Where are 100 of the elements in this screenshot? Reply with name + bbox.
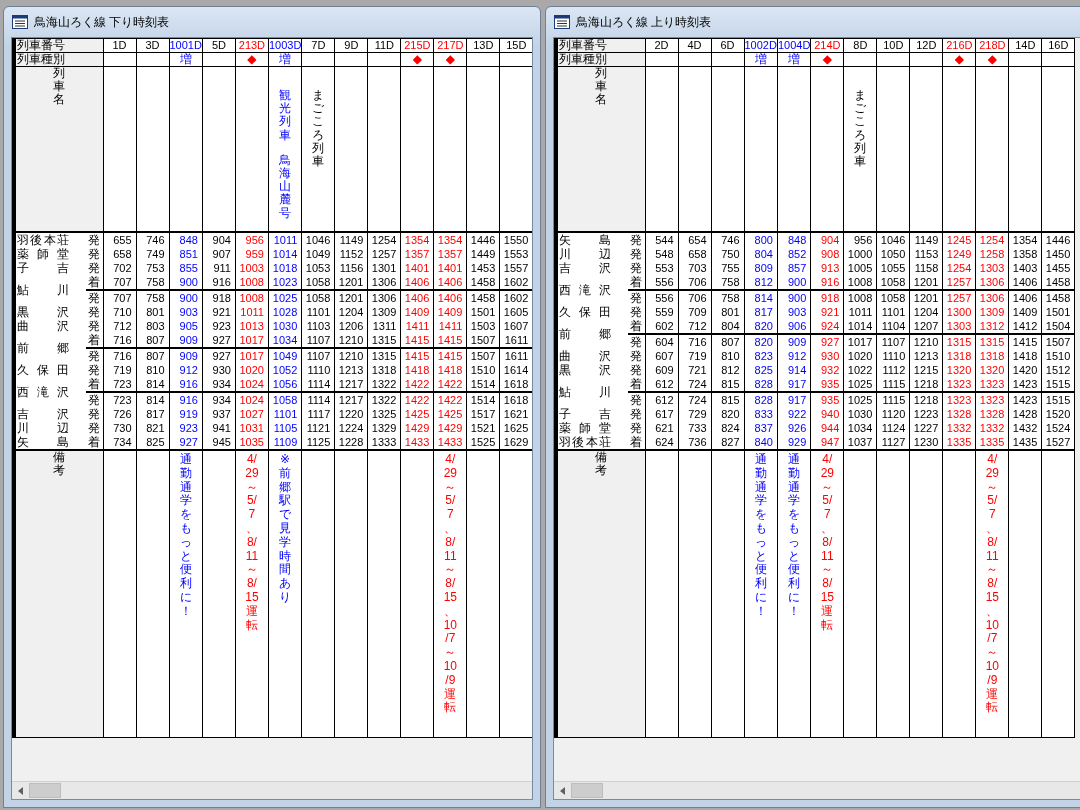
train-name: 観光列車 [279, 89, 292, 142]
departure-time: 1335 [975, 435, 1009, 450]
departure-time: 934 [202, 377, 236, 392]
departure-time: 1215 [909, 363, 943, 377]
departure-time: 1014 [843, 319, 877, 334]
departure-time: 857 [777, 261, 811, 275]
departure-time: 1607 [499, 319, 532, 333]
scrollbar-thumb[interactable] [29, 783, 61, 798]
horizontal-scrollbar[interactable] [554, 781, 1080, 799]
departure-time: 1422 [433, 377, 467, 392]
departure-time: 900 [169, 290, 203, 305]
remarks-note: 4/29～5/7、8/11～8/15 運転 [820, 453, 835, 633]
train-number: 6D [711, 38, 744, 53]
departure-time: 1104 [876, 319, 910, 334]
departure-time: 617 [645, 407, 678, 421]
departure-time: 1358 [1008, 247, 1042, 261]
departure-time: 911 [202, 261, 236, 275]
departure-time: 1213 [334, 363, 368, 377]
departure-time: 909 [777, 334, 811, 349]
departure-time: 1406 [1008, 290, 1042, 305]
departure-time: 932 [810, 363, 844, 377]
departure-time: 716 [103, 333, 136, 348]
departure-time: 810 [711, 349, 744, 363]
departure-time: 729 [678, 407, 711, 421]
departure-time: 1357 [433, 247, 467, 261]
departure-time: 1517 [466, 407, 500, 421]
departure-time: 1512 [1041, 363, 1075, 377]
departure-time: 1625 [499, 421, 532, 435]
departure-time: 937 [202, 407, 236, 421]
departure-time: 1023 [268, 275, 302, 290]
departure-time: 827 [711, 435, 744, 450]
departure-time: 825 [136, 435, 169, 450]
departure-time: 935 [810, 377, 844, 392]
departure-time: 703 [678, 261, 711, 275]
departure-time: 1028 [268, 305, 302, 319]
departure-time: 1514 [466, 392, 500, 407]
departure-time: 1003 [235, 261, 269, 275]
departure-time: 1335 [942, 435, 976, 450]
departure-time: 1418 [433, 363, 467, 377]
scroll-left-arrow-icon[interactable] [559, 786, 566, 795]
remarks-note: ※前郷駅で見学時間あり [278, 453, 293, 605]
train-number: 10D [876, 38, 910, 53]
departure-time: 1621 [499, 407, 532, 421]
row-label: 列車名 [595, 67, 608, 107]
stop-type: 発 [628, 334, 645, 349]
departure-time: 1309 [975, 305, 1009, 319]
departure-time: 1217 [334, 392, 368, 407]
departure-time: 927 [810, 334, 844, 349]
departure-time: 658 [103, 247, 136, 261]
departure-time: 1320 [975, 363, 1009, 377]
departure-time: 1101 [876, 305, 910, 319]
departure-time: 1020 [843, 349, 877, 363]
train-type-mark: 増 [754, 52, 767, 66]
train-type-mark: 増 [788, 52, 801, 66]
stop-type: 発 [86, 421, 103, 435]
train-type-mark: ◆ [445, 52, 455, 66]
departure-time: 1458 [466, 290, 500, 305]
departure-time: 909 [169, 333, 203, 348]
train-type-mark: ◆ [954, 52, 964, 66]
station-name: 羽後本荘 [16, 234, 69, 247]
departure-time: 1553 [499, 247, 532, 261]
stop-type: 発 [86, 290, 103, 305]
stop-type: 発 [628, 349, 645, 363]
departure-time: 1306 [975, 290, 1009, 305]
horizontal-scrollbar[interactable] [12, 781, 532, 799]
departure-time: 1013 [235, 319, 269, 333]
departure-time: 1058 [268, 392, 302, 407]
departure-time: 1227 [909, 421, 943, 435]
scroll-left-arrow-icon[interactable] [17, 786, 24, 795]
station-name: 川辺 [558, 247, 611, 261]
stop-type: 発 [86, 363, 103, 377]
departure-time: 940 [810, 407, 844, 421]
departure-time: 1357 [400, 247, 434, 261]
departure-time: 1429 [433, 421, 467, 435]
train-name: 鳥海山麓号 [279, 153, 292, 220]
departure-time: 1323 [942, 377, 976, 392]
scrollbar-thumb[interactable] [571, 783, 603, 798]
departure-time: 1124 [876, 421, 910, 435]
departure-time: 753 [136, 261, 169, 275]
departure-time: 1629 [499, 435, 532, 450]
departure-time: 1201 [334, 290, 368, 305]
departure-time: 1425 [400, 407, 434, 421]
departure-time: 814 [744, 290, 778, 305]
departure-time: 559 [645, 305, 678, 319]
departure-time: 820 [744, 319, 778, 334]
departure-time: 1022 [843, 363, 877, 377]
stop-type: 発 [86, 247, 103, 261]
departure-time: 1011 [235, 305, 269, 319]
departure-time: 604 [645, 334, 678, 349]
departure-time: 1415 [1008, 334, 1042, 349]
departure-time: 1322 [367, 392, 401, 407]
stop-type: 発 [86, 261, 103, 275]
departure-time: 612 [645, 377, 678, 392]
departure-time: 1207 [909, 319, 943, 334]
departure-time: 1501 [1041, 305, 1075, 319]
departure-time: 1034 [843, 421, 877, 435]
departure-time: 1618 [499, 377, 532, 392]
departure-time: 1423 [1008, 377, 1042, 392]
departure-time: 1031 [235, 421, 269, 435]
departure-time: 1312 [975, 319, 1009, 334]
